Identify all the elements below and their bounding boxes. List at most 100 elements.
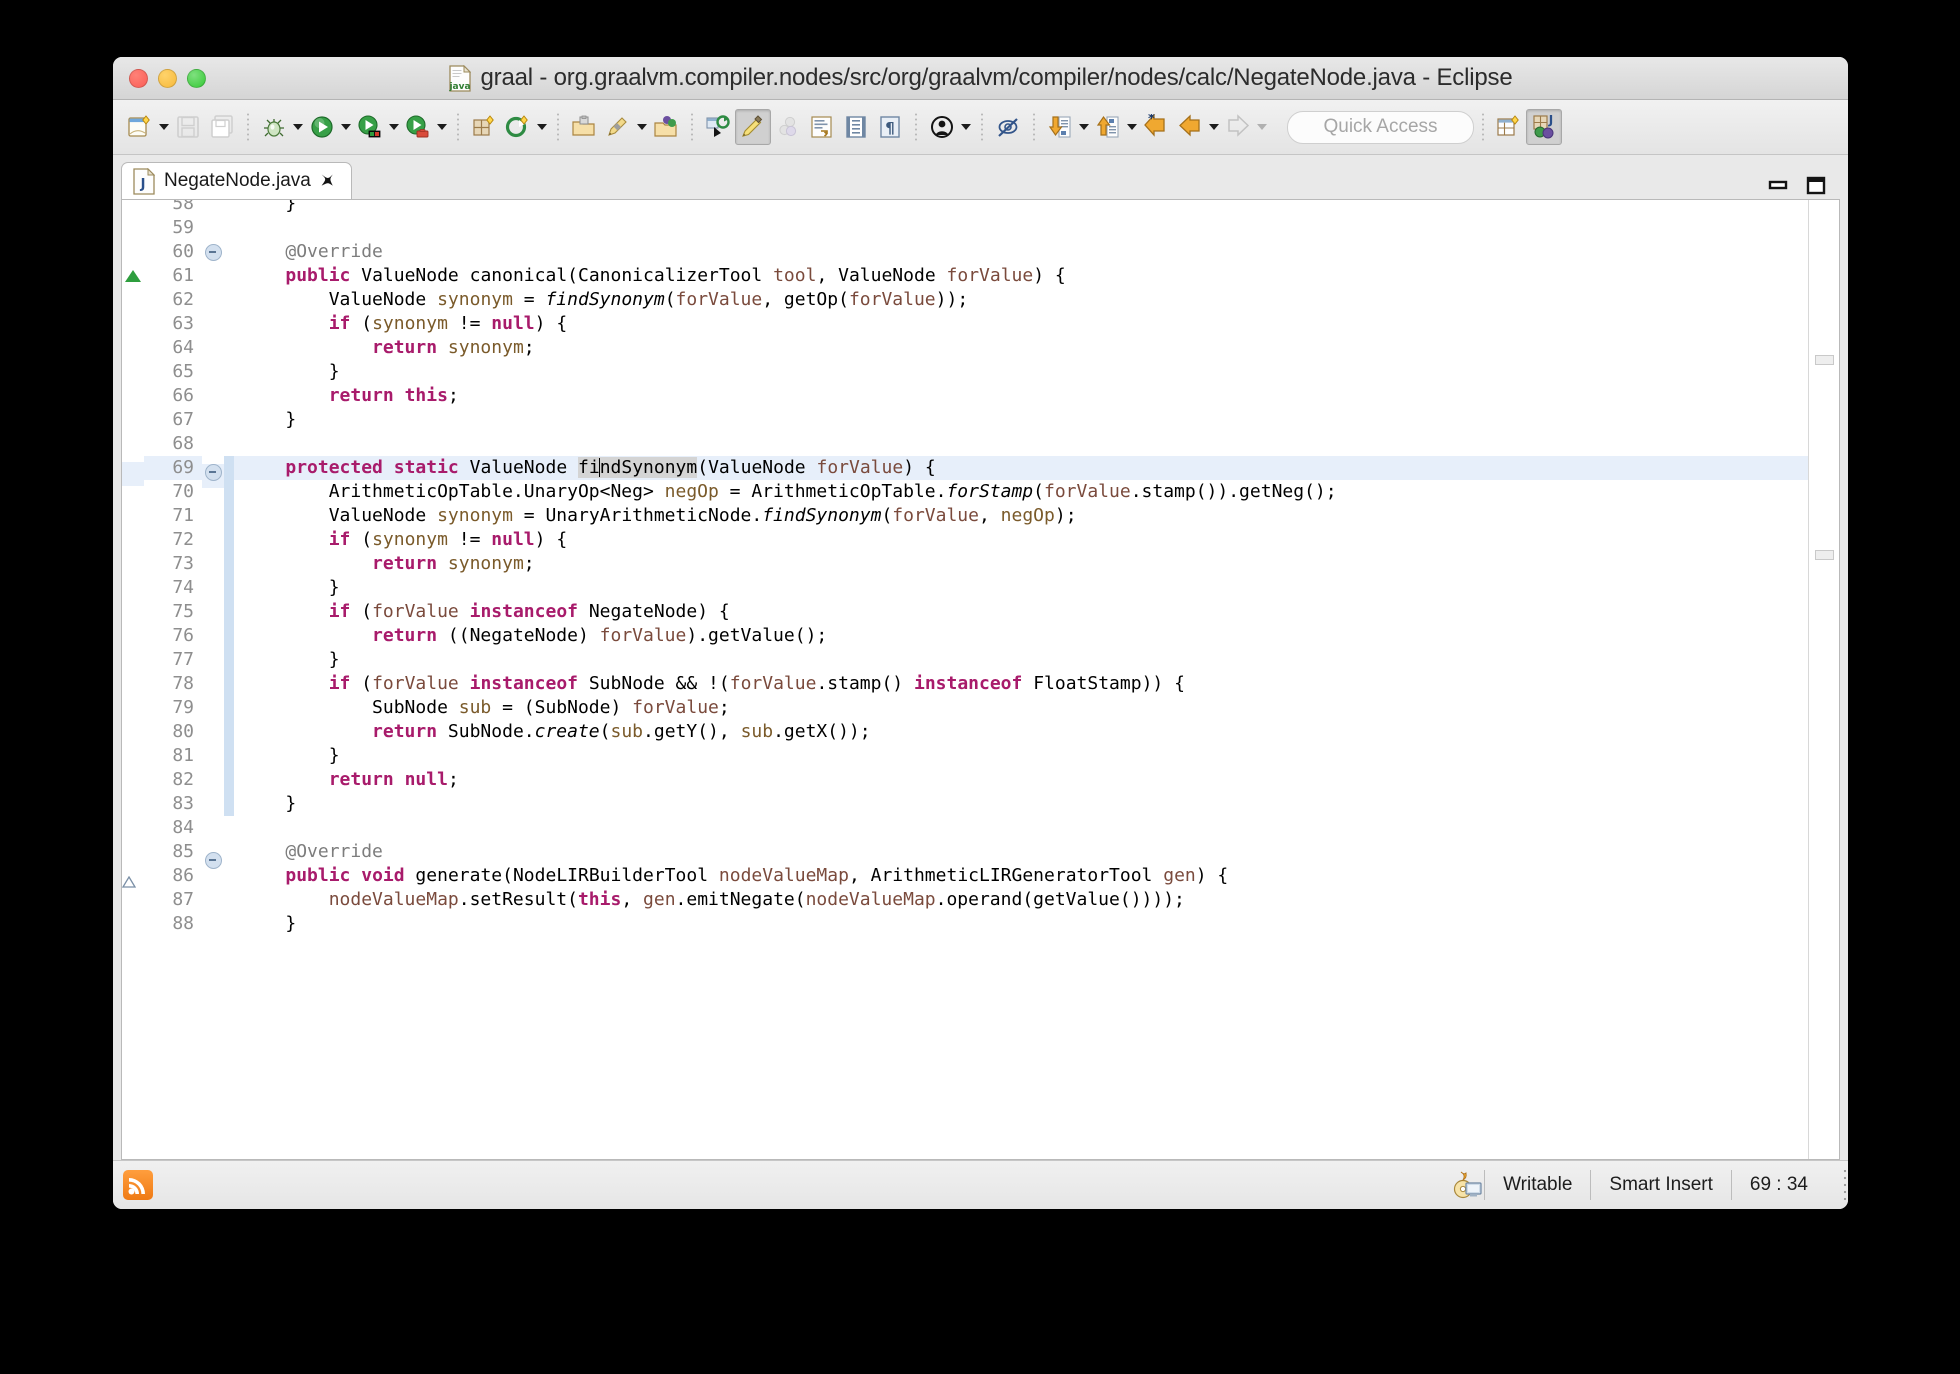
source-code-text[interactable]: return new NegateNode(value); } @Overrid… [234, 200, 1808, 1159]
back-navigation-icon[interactable] [1173, 110, 1207, 144]
collapse-icon[interactable] [204, 244, 222, 261]
annotation-marker[interactable] [122, 750, 144, 774]
save-all-icon[interactable] [205, 110, 239, 144]
collapse-icon[interactable] [204, 852, 222, 869]
code-line[interactable]: } [234, 792, 1808, 816]
open-perspective-icon[interactable] [1492, 110, 1526, 144]
maximize-window-button[interactable] [187, 68, 206, 88]
code-line[interactable] [234, 216, 1808, 240]
close-icon[interactable] [320, 172, 338, 190]
fold-toggle[interactable] [202, 728, 224, 752]
code-line[interactable]: return synonym; [234, 336, 1808, 360]
annotation-marker[interactable] [122, 240, 144, 264]
annotation-marker[interactable] [122, 870, 144, 894]
annotation-marker[interactable] [122, 270, 144, 294]
code-line[interactable]: @Override [234, 240, 1808, 264]
user-account-dropdown-arrow[interactable] [959, 110, 973, 144]
fold-toggle[interactable] [202, 752, 224, 776]
status-bar-grip[interactable] [1842, 1170, 1848, 1200]
code-line[interactable]: public void generate(NodeLIRBuilderTool … [234, 864, 1808, 888]
code-line[interactable]: if (forValue instanceof SubNode && !(for… [234, 672, 1808, 696]
fold-toggle[interactable] [202, 340, 224, 364]
rss-feed-icon[interactable] [123, 1170, 153, 1200]
fold-toggle[interactable] [202, 200, 224, 216]
fold-toggle[interactable] [202, 680, 224, 704]
annotation-marker[interactable] [122, 726, 144, 750]
forward-navigation-dropdown-arrow[interactable] [1255, 110, 1269, 144]
forward-navigation-icon[interactable] [1221, 110, 1255, 144]
maximize-icon[interactable] [1806, 175, 1826, 195]
previous-annotation-dropdown-arrow[interactable] [1125, 110, 1139, 144]
overview-ruler-mark[interactable] [1815, 550, 1834, 560]
code-line[interactable]: protected static ValueNode findSynonym(V… [234, 456, 1808, 480]
fold-toggle[interactable] [202, 704, 224, 728]
annotation-marker[interactable] [122, 200, 144, 216]
fold-toggle[interactable] [202, 316, 224, 340]
highlight-pencil-icon[interactable] [735, 109, 771, 145]
debug-dropdown-arrow[interactable] [291, 110, 305, 144]
fold-toggle[interactable] [202, 924, 224, 948]
annotation-marker[interactable] [122, 678, 144, 702]
bidi-paragraph-icon[interactable]: ¶ [873, 110, 907, 144]
overview-ruler[interactable] [1808, 200, 1839, 1159]
fold-toggle[interactable] [202, 244, 224, 268]
search-marker-dropdown-arrow[interactable] [635, 110, 649, 144]
code-line[interactable]: if (synonym != null) { [234, 312, 1808, 336]
code-line[interactable]: return null; [234, 768, 1808, 792]
code-line[interactable]: return synonym; [234, 552, 1808, 576]
code-line[interactable]: return this; [234, 384, 1808, 408]
fold-toggle[interactable] [202, 436, 224, 460]
close-window-button[interactable] [129, 68, 148, 88]
code-line[interactable]: return SubNode.create(sub.getY(), sub.ge… [234, 720, 1808, 744]
annotation-marker[interactable] [122, 318, 144, 342]
annotation-marker[interactable] [122, 798, 144, 822]
fold-toggle[interactable] [202, 216, 224, 240]
fold-toggle[interactable] [202, 800, 224, 824]
open-type-icon[interactable] [567, 110, 601, 144]
previous-annotation-icon[interactable] [1091, 110, 1125, 144]
code-line[interactable]: } [234, 360, 1808, 384]
fold-toggle[interactable] [202, 512, 224, 536]
code-line[interactable]: ValueNode synonym = findSynonym(forValue… [234, 288, 1808, 312]
new-java-class-icon[interactable] [501, 110, 535, 144]
run-coverage-dropdown-arrow[interactable] [435, 110, 449, 144]
minimize-window-button[interactable] [158, 68, 177, 88]
next-annotation-dropdown-arrow[interactable] [1077, 110, 1091, 144]
save-icon[interactable] [171, 110, 205, 144]
code-line[interactable]: return ((NegateNode) forValue).getValue(… [234, 624, 1808, 648]
code-line[interactable]: } [234, 648, 1808, 672]
code-line[interactable]: SubNode sub = (SubNode) forValue; [234, 696, 1808, 720]
run-icon[interactable] [305, 110, 339, 144]
code-line[interactable]: if (synonym != null) { [234, 528, 1808, 552]
new-wizard-dropdown-arrow[interactable] [157, 110, 171, 144]
code-line[interactable] [234, 432, 1808, 456]
writable-disc-icon[interactable] [1450, 1169, 1484, 1201]
code-line[interactable]: } [234, 744, 1808, 768]
annotation-marker[interactable] [122, 216, 144, 240]
annotation-marker[interactable] [122, 438, 144, 462]
fold-toggle[interactable] [202, 560, 224, 584]
annotation-marker[interactable] [122, 846, 144, 870]
annotation-marker[interactable] [122, 774, 144, 798]
new-java-package-icon[interactable] [467, 110, 501, 144]
fold-toggle[interactable] [202, 536, 224, 560]
annotation-marker[interactable] [122, 918, 144, 942]
annotation-marker[interactable] [122, 702, 144, 726]
fold-toggle[interactable] [202, 412, 224, 436]
annotation-marker[interactable] [122, 822, 144, 846]
new-java-class-dropdown-arrow[interactable] [535, 110, 549, 144]
open-task-icon[interactable] [649, 110, 683, 144]
annotation-marker[interactable] [122, 582, 144, 606]
code-line[interactable]: nodeValueMap.setResult(this, gen.emitNeg… [234, 888, 1808, 912]
fold-toggle[interactable] [202, 584, 224, 608]
run-coverage-icon[interactable] [401, 110, 435, 144]
run-dropdown-arrow[interactable] [339, 110, 353, 144]
fold-toggle[interactable] [202, 776, 224, 800]
annotation-marker[interactable] [122, 534, 144, 558]
fold-toggle[interactable] [202, 656, 224, 680]
toggle-mark-occurrences-icon[interactable] [701, 110, 735, 144]
annotation-marker[interactable] [122, 894, 144, 918]
code-line[interactable]: } [234, 576, 1808, 600]
annotation-marker[interactable] [122, 630, 144, 654]
fold-toggle[interactable] [202, 852, 224, 876]
